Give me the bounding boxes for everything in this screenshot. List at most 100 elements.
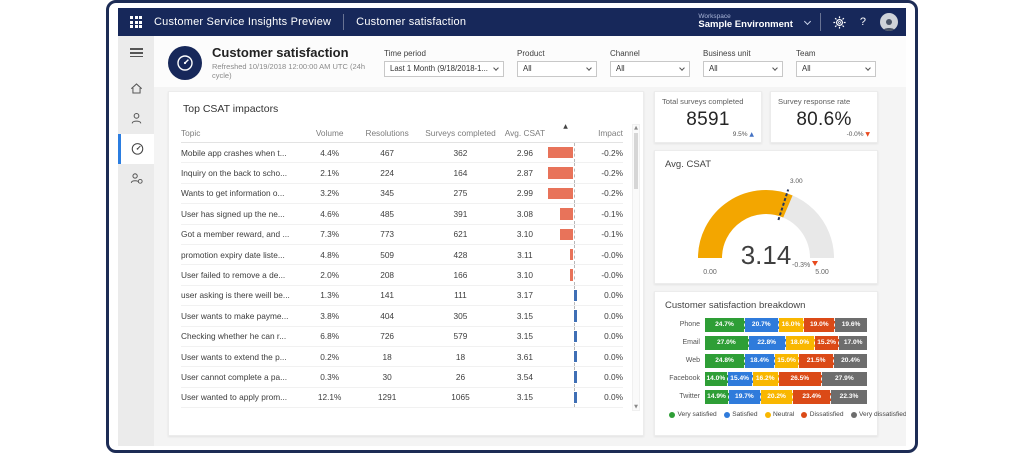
gauge-icon <box>131 143 144 155</box>
kpi-card[interactable]: Survey response rate 80.6% -0.0% ▼ <box>770 91 878 143</box>
waffle-icon[interactable] <box>130 16 142 28</box>
impact-bar-cell <box>548 204 584 224</box>
filter-dropdown[interactable]: All <box>610 60 690 77</box>
segment-very-satisfied[interactable]: 24.8% <box>705 354 746 368</box>
table-row[interactable]: user asking is there weill be... 1.3% 141 1… <box>181 285 623 307</box>
impact-bar-cell <box>548 306 584 326</box>
cell-volume: 0.2% <box>320 351 340 362</box>
column-header[interactable]: Surveys completed <box>419 128 502 138</box>
cell-surveys: 305 <box>453 310 468 321</box>
segment-neutral[interactable]: 15.0% <box>774 354 800 368</box>
segment-label: 18.4% <box>750 357 769 365</box>
cell-surveys: 275 <box>453 188 468 199</box>
sidebar-item-customers[interactable] <box>118 104 154 134</box>
segment-very-satisfied[interactable]: 27.0% <box>705 336 749 350</box>
table-row[interactable]: Got a member reward, and ... 7.3% 773 621 3.… <box>181 224 623 245</box>
segment-very-dissatisfied[interactable]: 20.4% <box>833 354 867 368</box>
cell-resolutions: 30 <box>382 371 392 382</box>
legend-item-very-satisfied[interactable]: Very satisfied <box>669 411 717 418</box>
legend-dot-icon <box>723 411 730 418</box>
table-row[interactable]: Checking whether he can r... 6.8% 726 579 3.… <box>181 326 623 347</box>
breakdown-row-web: Web 24.8% 18.4% 15.0% 21.5% 20.4% <box>665 354 867 368</box>
column-header[interactable]: Impact <box>583 128 623 138</box>
cell-resolutions: 485 <box>380 208 395 219</box>
segment-dissatisfied[interactable]: 15.2% <box>814 336 840 350</box>
table-row[interactable]: User has signed up the ne... 4.6% 485 391 3.… <box>181 204 623 225</box>
segment-satisfied[interactable]: 22.8% <box>748 336 786 350</box>
column-header[interactable]: Resolutions <box>355 128 418 138</box>
sort-ascending-icon[interactable]: ▲ <box>548 123 584 130</box>
segment-satisfied[interactable]: 18.4% <box>745 354 775 368</box>
filter-dropdown[interactable]: Last 1 Month (9/18/2018-1... <box>384 60 504 77</box>
segment-label: 15.2% <box>817 339 836 347</box>
table-row[interactable]: User wants to make payme... 3.8% 404 305 3.1… <box>181 306 623 327</box>
segment-very-dissatisfied[interactable]: 27.9% <box>821 372 867 386</box>
cell-csat: 3.17 <box>516 290 533 301</box>
filter-dropdown[interactable]: All <box>796 60 876 77</box>
cell-surveys: 166 <box>453 270 468 281</box>
sidebar-item-customer-satisfaction[interactable] <box>118 133 154 164</box>
table-row[interactable]: Wants to get information o... 3.2% 345 275 2… <box>181 183 623 205</box>
table-row[interactable]: User wanted to apply prom... 12.1% 1291 106… <box>181 387 623 409</box>
segment-dissatisfied[interactable]: 21.5% <box>799 354 834 368</box>
hamburger-menu-icon[interactable] <box>129 46 143 60</box>
segment-neutral[interactable]: 16.0% <box>778 318 805 332</box>
legend-item-very-dissatisfied[interactable]: Very dissatisfied <box>850 411 906 418</box>
table-row[interactable]: Inquiry on the back to scho... 2.1% 224 164… <box>181 163 623 184</box>
segment-very-dissatisfied[interactable]: 19.6% <box>835 318 867 332</box>
scrollbar-thumb[interactable] <box>634 133 638 189</box>
table-row[interactable]: User cannot complete a pa... 0.3% 30 26 3.54… <box>181 367 623 388</box>
table-row[interactable]: User failed to remove a de... 2.0% 208 166 3… <box>181 265 623 286</box>
cell-impact: -0.0% <box>601 249 623 260</box>
table-scrollbar[interactable]: ▲ ▼ <box>632 124 640 411</box>
column-header[interactable]: Avg. CSAT <box>502 128 548 138</box>
impact-bar-cell <box>547 183 584 204</box>
segment-neutral[interactable]: 16.2% <box>752 372 779 386</box>
table-row[interactable]: User wants to extend the p... 0.2% 18 18 3.6… <box>181 346 623 368</box>
table-row[interactable]: Mobile app crashes when t... 4.4% 467 362 2.… <box>181 143 623 164</box>
legend-item-neutral[interactable]: Neutral <box>764 411 794 418</box>
gauge-delta: -0.3% <box>792 262 810 269</box>
segment-very-satisfied[interactable]: 14.0% <box>705 372 728 386</box>
segment-dissatisfied[interactable]: 19.0% <box>804 318 836 332</box>
segment-very-satisfied[interactable]: 14.9% <box>705 390 730 404</box>
segment-label: 24.7% <box>715 321 734 329</box>
segment-very-dissatisfied[interactable]: 17.0% <box>839 336 867 350</box>
impact-bar <box>560 208 574 220</box>
filter-business-unit: Business unit All <box>703 49 783 77</box>
cell-csat: 3.10 <box>516 229 533 240</box>
settings-gear-icon[interactable] <box>833 15 846 29</box>
user-avatar[interactable] <box>880 13 898 31</box>
column-header[interactable]: Topic <box>181 128 304 138</box>
segment-satisfied[interactable]: 20.7% <box>745 318 779 332</box>
sidebar-item-agents[interactable] <box>118 164 154 194</box>
legend-item-dissatisfied[interactable]: Dissatisfied <box>801 411 844 418</box>
filter-dropdown[interactable]: All <box>517 60 597 77</box>
table-row[interactable]: promotion expiry date liste... 4.8% 509 428… <box>181 244 623 266</box>
home-icon <box>130 83 142 94</box>
segment-neutral[interactable]: 18.0% <box>785 336 815 350</box>
segment-neutral[interactable]: 20.2% <box>760 390 794 404</box>
segment-very-dissatisfied[interactable]: 22.3% <box>831 390 867 404</box>
segment-satisfied[interactable]: 19.7% <box>729 390 761 404</box>
segment-label: 18.0% <box>790 339 810 347</box>
cell-resolutions: 141 <box>380 290 395 301</box>
sidebar-item-home[interactable] <box>118 74 154 104</box>
kpi-card[interactable]: Total surveys completed 8591 9.5% ▲ <box>654 91 762 143</box>
help-button[interactable]: ? <box>860 16 866 28</box>
segment-very-satisfied[interactable]: 24.7% <box>705 318 745 332</box>
category-label: Twitter <box>679 393 700 401</box>
scroll-up-icon[interactable]: ▲ <box>633 125 639 131</box>
segment-dissatisfied[interactable]: 26.5% <box>778 372 822 386</box>
filter-dropdown[interactable]: All <box>703 60 783 77</box>
segment-satisfied[interactable]: 15.4% <box>727 372 753 386</box>
impact-bar-cell <box>547 143 584 163</box>
scroll-down-icon[interactable]: ▼ <box>633 404 639 410</box>
segment-dissatisfied[interactable]: 23.4% <box>793 390 832 404</box>
cell-topic: Inquiry on the back to scho... <box>181 168 288 179</box>
column-header[interactable]: Volume <box>304 128 356 138</box>
chevron-down-icon <box>772 64 778 71</box>
legend-item-satisfied[interactable]: Satisfied <box>723 411 758 418</box>
workspace-selector[interactable]: Workspace Sample Environment <box>698 13 793 31</box>
segment-label: 24.8% <box>715 357 734 365</box>
